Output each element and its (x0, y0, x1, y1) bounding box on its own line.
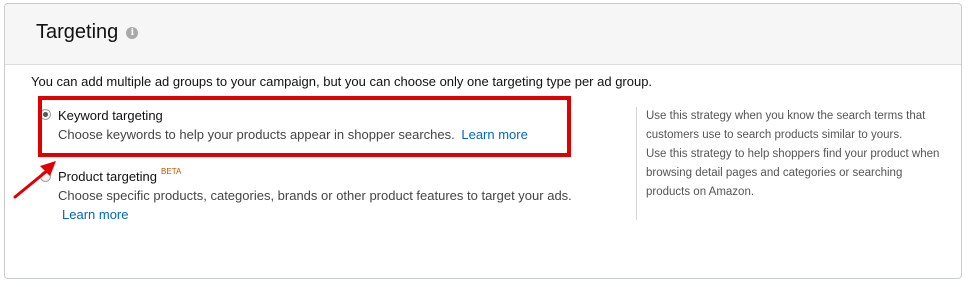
help-text-column: Use this strategy when you know the sear… (646, 107, 946, 202)
help-divider (636, 107, 637, 220)
keyword-help-text: Use this strategy when you know the sear… (646, 110, 926, 141)
product-help-text: Use this strategy to help shoppers find … (646, 148, 940, 198)
